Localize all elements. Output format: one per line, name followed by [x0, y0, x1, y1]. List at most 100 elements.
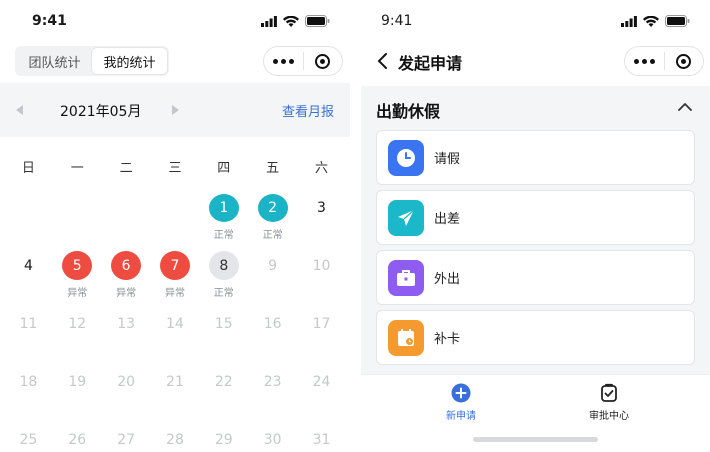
- day-number: 15: [214, 315, 233, 332]
- calendar-day-cell[interactable]: 7 异常: [151, 238, 200, 299]
- calendar-day-cell[interactable]: 29: [199, 412, 248, 452]
- weekday-label: 日: [21, 161, 35, 176]
- month-selector-bar: 2021年05月 查看月报: [0, 83, 350, 137]
- calendar-day-cell[interactable]: 25: [4, 412, 53, 452]
- weekday-label: 二: [119, 161, 133, 176]
- tab-approval-center[interactable]: 审批中心: [569, 383, 649, 422]
- weekday-label: 一: [70, 161, 84, 176]
- more-menu-icon[interactable]: [264, 58, 303, 64]
- day-number: 4: [23, 257, 33, 274]
- apply-clock-correction-card[interactable]: 补卡: [376, 310, 695, 365]
- calendar-day-cell[interactable]: 20: [102, 354, 151, 412]
- weekday-cell: 二: [102, 152, 151, 180]
- day-number: 31: [312, 431, 331, 448]
- apply-go-out-card[interactable]: 外出: [376, 250, 695, 305]
- calendar-day-cell[interactable]: 17: [297, 296, 346, 354]
- calendar-day-cell[interactable]: 5 异常: [53, 238, 102, 299]
- day-number: 18: [19, 373, 38, 390]
- status-bar: 9:41: [361, 0, 710, 40]
- next-month-icon[interactable]: [172, 105, 179, 115]
- current-month-label: 2021年05月: [60, 104, 142, 120]
- weekday-label: 五: [266, 161, 280, 176]
- card-label: 请假: [434, 152, 461, 167]
- close-app-icon[interactable]: [665, 53, 704, 69]
- day-number: 21: [166, 373, 184, 390]
- status-time: 9:41: [32, 13, 67, 29]
- miniprogram-capsule: [263, 46, 343, 76]
- calendar-week-row: 18 19 20 21 22 23 24: [4, 354, 346, 412]
- new-application-screen: 9:41 发起申请 出勤休假 请假 出差 外出 补卡 新申请 审批中心: [361, 0, 710, 452]
- airplane-icon: [388, 199, 424, 236]
- day-number: 30: [263, 431, 282, 448]
- day-number: 6: [111, 251, 142, 280]
- calendar-day-cell[interactable]: 22: [199, 354, 248, 412]
- calendar-day-cell[interactable]: 8 正常: [199, 238, 248, 299]
- calendar-grid: 日一二三四五六 1 正常 2 正常 3 4 5 异常 6 异常 7 异常 8 正常 9 10 11 12 13 14 1…: [4, 152, 346, 452]
- calendar-day-cell[interactable]: 10: [297, 238, 346, 296]
- calendar-day-cell[interactable]: 11: [4, 296, 53, 354]
- tab-team-stats[interactable]: 团队统计: [17, 48, 92, 74]
- approval-check-icon: [601, 383, 617, 402]
- chevron-up-icon[interactable]: [678, 102, 692, 112]
- calendar-day-cell[interactable]: 24: [297, 354, 346, 412]
- day-number: 9: [268, 257, 278, 274]
- day-number: 16: [263, 315, 282, 332]
- calendar-day-cell[interactable]: 30: [248, 412, 297, 452]
- calendar-icon: [388, 319, 424, 356]
- day-number: 20: [117, 373, 136, 390]
- calendar-day-cell[interactable]: 9: [248, 238, 297, 296]
- calendar-day-cell[interactable]: 13: [102, 296, 151, 354]
- calendar-day-cell[interactable]: 26: [53, 412, 102, 452]
- day-number: 3: [317, 200, 326, 217]
- calendar-day-cell[interactable]: 4: [4, 238, 53, 296]
- calendar-day-cell[interactable]: 12: [53, 296, 102, 354]
- apply-business-trip-card[interactable]: 出差: [376, 190, 695, 245]
- calendar-day-cell[interactable]: 1 正常: [199, 180, 248, 241]
- weekday-cell: 一: [53, 152, 102, 180]
- home-indicator: [473, 437, 598, 442]
- section-title: 出勤休假: [376, 102, 441, 121]
- calendar-day-cell[interactable]: 3: [297, 180, 346, 238]
- day-number: 17: [312, 315, 331, 332]
- close-app-icon[interactable]: [304, 53, 343, 69]
- back-arrow-icon[interactable]: [375, 52, 389, 70]
- day-number: 23: [263, 373, 282, 390]
- day-number: 29: [214, 431, 233, 448]
- wifi-icon: [643, 15, 659, 27]
- card-label: 出差: [434, 212, 461, 227]
- calendar-day-cell[interactable]: 2 正常: [248, 180, 297, 241]
- signal-icon: [261, 15, 277, 27]
- calendar-day-cell[interactable]: 14: [151, 296, 200, 354]
- attendance-stats-screen: 9:41 团队统计 我的统计 2021年05月 查看月报 日 一 二 三 四 五 六 1 正常…: [0, 0, 350, 452]
- calendar-day-cell[interactable]: 23: [248, 354, 297, 412]
- card-label: 外出: [434, 272, 461, 287]
- attendance-status-label: 正常: [262, 230, 283, 241]
- tab-my-stats[interactable]: 我的统计: [92, 48, 167, 74]
- calendar-day-cell[interactable]: 19: [53, 354, 102, 412]
- tab-new-application[interactable]: 新申请: [421, 383, 501, 422]
- weekday-label: 四: [217, 161, 231, 176]
- calendar-day-cell: [53, 180, 102, 238]
- attendance-status-label: 正常: [213, 288, 234, 299]
- weekday-cell: 五: [248, 152, 297, 180]
- calendar-day-cell[interactable]: 28: [151, 412, 200, 452]
- signal-icon: [621, 15, 637, 27]
- attendance-status-label: 异常: [116, 288, 137, 299]
- weekday-label: 三: [168, 161, 182, 176]
- calendar-day-cell[interactable]: 15: [199, 296, 248, 354]
- apply-leave-card[interactable]: 请假: [376, 130, 695, 185]
- calendar-day-cell[interactable]: 6 异常: [102, 238, 151, 299]
- prev-month-icon[interactable]: [16, 105, 23, 115]
- calendar-day-cell[interactable]: 27: [102, 412, 151, 452]
- calendar-week-row: 1 正常 2 正常 3: [4, 180, 346, 241]
- more-menu-icon[interactable]: [625, 58, 664, 64]
- calendar-day-cell[interactable]: 31: [297, 412, 346, 452]
- calendar-day-cell[interactable]: 21: [151, 354, 200, 412]
- calendar-day-cell[interactable]: 18: [4, 354, 53, 412]
- weekday-label: 六: [314, 161, 328, 176]
- calendar-day-cell[interactable]: 16: [248, 296, 297, 354]
- view-monthly-report-link[interactable]: 查看月报: [282, 101, 334, 120]
- day-number: 27: [117, 431, 136, 448]
- status-bar: 9:41: [0, 0, 350, 40]
- attendance-status-label: 异常: [164, 288, 185, 299]
